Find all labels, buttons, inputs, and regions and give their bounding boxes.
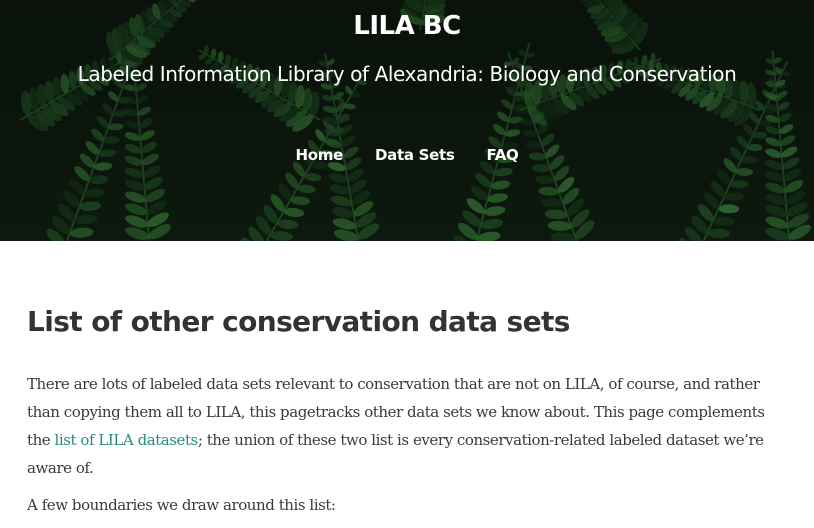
nav-item-faq[interactable]: FAQ: [470, 146, 534, 164]
lila-datasets-link[interactable]: list of LILA datasets: [55, 431, 198, 449]
site-header: LILA BC Labeled Information Library of A…: [0, 0, 814, 241]
page-title: List of other conservation data sets: [27, 302, 787, 342]
main-nav: Home Data Sets FAQ: [0, 146, 814, 164]
main-content: List of other conservation data sets The…: [27, 302, 787, 528]
site-title-link[interactable]: LILA BC: [0, 11, 814, 41]
site-tagline: Labeled Information Library of Alexandri…: [0, 62, 814, 86]
nav-item-data-sets[interactable]: Data Sets: [359, 146, 470, 164]
nav-item-home[interactable]: Home: [280, 146, 359, 164]
boundaries-paragraph: A few boundaries we draw around this lis…: [27, 491, 787, 519]
intro-paragraph: There are lots of labeled data sets rele…: [27, 370, 787, 482]
